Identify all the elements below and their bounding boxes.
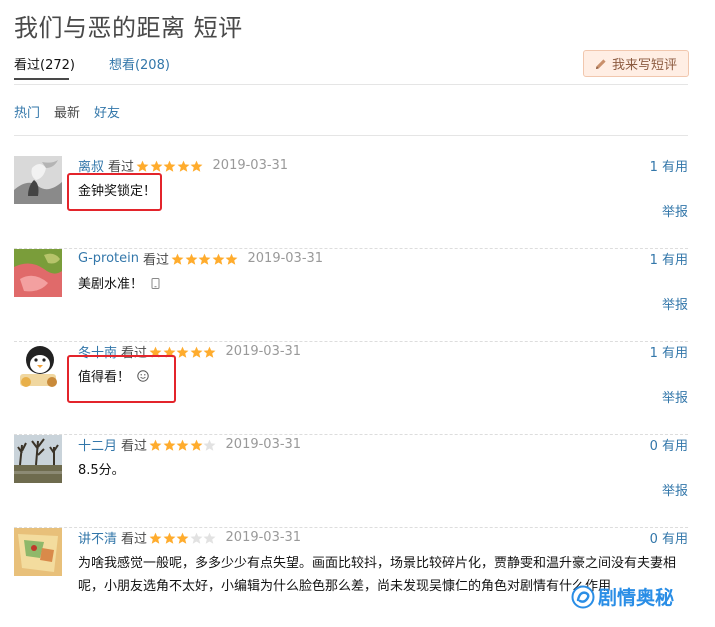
comment-date: 2019-03-31: [225, 437, 302, 452]
star-filled-icon: [163, 532, 175, 544]
star-filled-icon: [149, 439, 162, 451]
star-filled-icon: [190, 160, 203, 172]
report-link[interactable]: 举报: [662, 387, 688, 406]
highlight-box: [67, 173, 162, 211]
avatar[interactable]: [14, 156, 62, 204]
useful-label: 有用: [661, 346, 688, 361]
watermark-logo-icon: [571, 585, 595, 608]
useful-count: 1: [649, 346, 658, 361]
star-filled-icon: [149, 532, 162, 544]
filter-hot[interactable]: 热门: [14, 102, 40, 121]
star-empty-icon: [203, 532, 216, 544]
divider: [14, 135, 688, 136]
active-tab-indicator: [14, 78, 69, 80]
comment-meta: G-protein 看过 2019-03-31: [78, 249, 323, 268]
star-empty-icon: [203, 439, 216, 451]
comment-text: 金钟奖锁定！: [78, 184, 157, 199]
comment-user[interactable]: G-protein: [78, 251, 139, 266]
comment-meta: 十二月 看过 2019-03-31: [78, 435, 301, 454]
comment-text: 8.5分。: [78, 463, 125, 478]
useful-button[interactable]: 0 有用: [650, 528, 688, 547]
watermark: 剧情奥秘: [571, 583, 674, 610]
comment-text: 美剧水准！: [78, 277, 144, 292]
useful-button[interactable]: 1 有用: [650, 342, 688, 361]
star-filled-icon: [171, 253, 184, 265]
avatar[interactable]: [14, 249, 62, 297]
useful-button[interactable]: 1 有用: [650, 249, 688, 268]
comment-date: 2019-03-31: [247, 251, 324, 266]
useful-count: 0: [649, 532, 658, 547]
report-link[interactable]: 举报: [662, 294, 688, 313]
star-filled-icon: [190, 439, 202, 451]
useful-button[interactable]: 1 有用: [650, 156, 688, 175]
filter-friends[interactable]: 好友: [94, 102, 120, 121]
useful-label: 有用: [661, 253, 688, 268]
useful-label: 有用: [661, 439, 688, 454]
comment-user[interactable]: 十二月: [78, 435, 117, 454]
rating-stars: [136, 160, 204, 172]
comment-date: 2019-03-31: [212, 158, 289, 173]
star-filled-icon: [225, 253, 238, 265]
rating-stars: [149, 532, 217, 544]
sort-filters: 热门 最新 好友: [14, 102, 134, 121]
tab-watched[interactable]: 看过(272): [14, 54, 75, 73]
rating-stars: [149, 439, 217, 451]
comment-status: 看过: [121, 439, 148, 454]
comment-status: 看过: [142, 253, 169, 268]
comment-user[interactable]: 讲不清: [78, 528, 117, 547]
divider: [14, 84, 688, 85]
comment-meta: 讲不清 看过 2019-03-31: [78, 528, 301, 547]
comment-status: 看过: [121, 532, 148, 547]
comment-date: 2019-03-31: [225, 530, 302, 545]
star-empty-icon: [190, 532, 202, 544]
star-filled-icon: [203, 346, 216, 358]
comment-item: G-protein 看过 2019-03-31 1 有用 美剧水准！ 举报: [14, 249, 688, 342]
star-filled-icon: [185, 253, 197, 265]
comment-body: 美剧水准！: [78, 273, 688, 296]
star-filled-icon: [176, 532, 189, 544]
phone-icon: [151, 278, 160, 289]
comment-item: 十二月 看过 2019-03-31 0 有用 8.5分。 举报: [14, 435, 688, 528]
useful-button[interactable]: 0 有用: [650, 435, 688, 454]
star-filled-icon: [176, 346, 189, 358]
report-link[interactable]: 举报: [662, 201, 688, 220]
avatar[interactable]: [14, 342, 62, 390]
star-filled-icon: [212, 253, 224, 265]
filter-latest[interactable]: 最新: [54, 102, 80, 121]
useful-label: 有用: [661, 160, 688, 175]
avatar[interactable]: [14, 528, 62, 576]
avatar[interactable]: [14, 435, 62, 483]
page-title: 我们与恶的距离 短评: [14, 14, 243, 42]
useful-label: 有用: [661, 532, 688, 547]
highlight-box: [67, 355, 176, 403]
write-review-button[interactable]: 我来写短评: [583, 50, 689, 77]
star-filled-icon: [198, 253, 211, 265]
useful-count: 1: [649, 160, 658, 175]
useful-count: 1: [649, 253, 658, 268]
useful-count: 0: [649, 439, 658, 454]
star-filled-icon: [163, 160, 176, 172]
comment-item: 讲不清 看过 2019-03-31 0 有用 为啥我感觉一般呢，多多少少有点失望…: [14, 528, 688, 627]
comment-date: 2019-03-31: [225, 344, 302, 359]
star-filled-icon: [150, 160, 162, 172]
star-filled-icon: [177, 160, 189, 172]
tab-want-to-watch[interactable]: 想看(208): [109, 54, 170, 73]
pencil-icon: [595, 58, 606, 69]
star-filled-icon: [163, 439, 175, 451]
star-filled-icon: [136, 160, 149, 172]
rating-stars: [171, 253, 239, 265]
star-filled-icon: [176, 439, 189, 451]
write-review-label: 我来写短评: [611, 58, 677, 73]
report-link[interactable]: 举报: [662, 480, 688, 499]
watermark-text: 剧情奥秘: [598, 587, 675, 609]
star-filled-icon: [190, 346, 202, 358]
status-tabs: 看过(272) 想看(208): [14, 54, 204, 73]
